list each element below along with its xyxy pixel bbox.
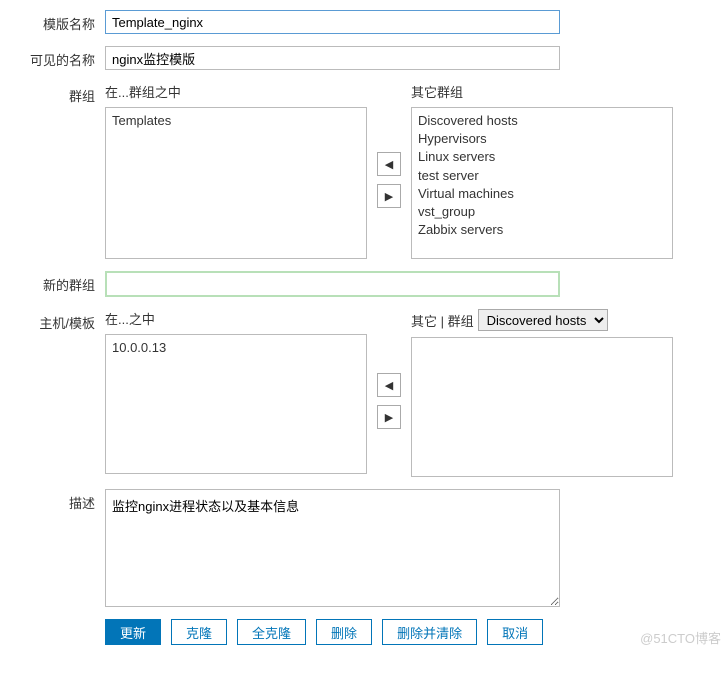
new-group-label: 新的群组 — [10, 271, 105, 294]
list-item[interactable]: test server — [418, 167, 666, 185]
list-item[interactable]: Templates — [112, 112, 360, 130]
groups-in-listbox[interactable]: Templates — [105, 107, 367, 259]
groups-other-listbox[interactable]: Discovered hostsHypervisorsLinux servers… — [411, 107, 673, 259]
template-name-input[interactable] — [105, 10, 560, 34]
visible-name-label: 可见的名称 — [10, 46, 105, 69]
description-textarea[interactable] — [105, 489, 560, 607]
groups-move-left-button[interactable]: ◀ — [377, 152, 401, 176]
hosts-label: 主机/模板 — [10, 309, 105, 332]
list-item[interactable]: Zabbix servers — [418, 221, 666, 239]
list-item[interactable]: vst_group — [418, 203, 666, 221]
clone-button[interactable]: 克隆 — [171, 619, 227, 645]
hosts-move-left-button[interactable]: ◀ — [377, 373, 401, 397]
groups-other-label: 其它群组 — [411, 82, 673, 101]
cancel-button[interactable]: 取消 — [487, 619, 543, 645]
full-clone-button[interactable]: 全克隆 — [237, 619, 306, 645]
hosts-group-select[interactable]: Discovered hosts — [478, 309, 608, 331]
groups-move-right-button[interactable]: ▶ — [377, 184, 401, 208]
delete-button[interactable]: 删除 — [316, 619, 372, 645]
hosts-other-listbox[interactable] — [411, 337, 673, 477]
triangle-left-icon: ◀ — [385, 379, 393, 392]
list-item[interactable]: Linux servers — [418, 148, 666, 166]
description-label: 描述 — [10, 489, 105, 512]
hosts-other-label: 其它 | 群组 — [411, 311, 474, 330]
new-group-input[interactable] — [105, 271, 560, 297]
triangle-left-icon: ◀ — [385, 158, 393, 171]
hosts-in-label: 在...之中 — [105, 309, 367, 328]
list-item[interactable]: Virtual machines — [418, 185, 666, 203]
groups-label: 群组 — [10, 82, 105, 105]
list-item[interactable]: Hypervisors — [418, 130, 666, 148]
groups-in-label: 在...群组之中 — [105, 82, 367, 101]
triangle-right-icon: ▶ — [385, 411, 393, 424]
list-item[interactable]: Discovered hosts — [418, 112, 666, 130]
list-item[interactable]: 10.0.0.13 — [112, 339, 360, 357]
delete-clear-button[interactable]: 删除并清除 — [382, 619, 477, 645]
hosts-move-right-button[interactable]: ▶ — [377, 405, 401, 429]
triangle-right-icon: ▶ — [385, 190, 393, 203]
update-button[interactable]: 更新 — [105, 619, 161, 645]
hosts-in-listbox[interactable]: 10.0.0.13 — [105, 334, 367, 474]
visible-name-input[interactable] — [105, 46, 560, 70]
template-name-label: 模版名称 — [10, 10, 105, 33]
